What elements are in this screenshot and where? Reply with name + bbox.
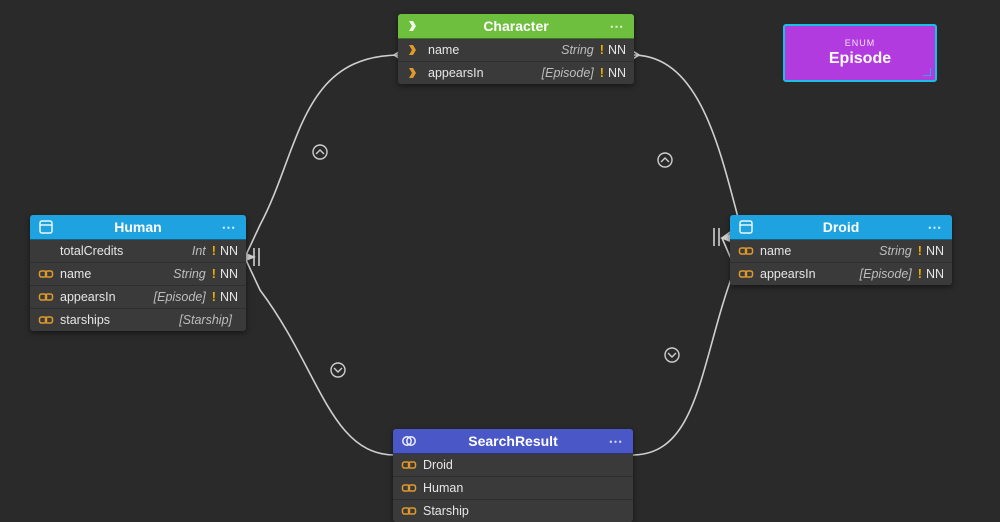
link-icon	[401, 457, 417, 473]
field-row[interactable]: name String ! NN	[398, 39, 634, 62]
node-header-searchresult[interactable]: SearchResult ⋯	[393, 429, 633, 454]
field-type: String	[173, 267, 206, 281]
node-menu-button[interactable]: ⋯	[607, 433, 625, 449]
field-type: String	[561, 43, 594, 57]
field-name: appearsIn	[760, 267, 860, 281]
field-row[interactable]: appearsIn [Episode] ! NN	[398, 62, 634, 84]
node-character[interactable]: Character ⋯ name String ! NN appearsIn […	[398, 14, 634, 84]
node-header-droid[interactable]: Droid ⋯	[730, 215, 952, 240]
field-name: name	[60, 267, 173, 281]
field-type: [Episode]	[154, 290, 206, 304]
field-type: [Episode]	[860, 267, 912, 281]
field-type: Int	[192, 244, 206, 258]
nn-label: NN	[608, 66, 626, 80]
not-null-marker: !	[212, 267, 216, 281]
not-null-marker: !	[600, 66, 604, 80]
field-row[interactable]: name String ! NN	[730, 240, 952, 263]
field-row[interactable]: Droid	[393, 454, 633, 477]
node-menu-button[interactable]: ⋯	[926, 219, 944, 235]
node-header-character[interactable]: Character ⋯	[398, 14, 634, 39]
not-null-marker: !	[918, 244, 922, 258]
field-row[interactable]: appearsIn [Episode] ! NN	[730, 263, 952, 285]
field-name: name	[428, 43, 561, 57]
field-name: Human	[423, 481, 625, 495]
enum-tag: ENUM	[845, 38, 876, 48]
node-title: SearchResult	[468, 433, 557, 449]
link-icon	[38, 266, 54, 282]
field-row[interactable]: Starship	[393, 500, 633, 522]
node-searchresult[interactable]: SearchResult ⋯ Droid Human Starship	[393, 429, 633, 522]
node-title: Human	[114, 219, 161, 235]
node-title: Droid	[823, 219, 860, 235]
link-icon	[738, 266, 754, 282]
nn-label: NN	[220, 244, 238, 258]
node-title: Character	[483, 18, 548, 34]
field-name: Starship	[423, 504, 625, 518]
node-episode-enum[interactable]: ENUM Episode	[783, 24, 937, 82]
not-null-marker: !	[212, 290, 216, 304]
link-icon	[738, 243, 754, 259]
field-name: starships	[60, 313, 179, 327]
entity-icon	[738, 219, 754, 235]
fork-icon	[406, 65, 422, 81]
field-name: name	[760, 244, 879, 258]
fork-icon	[406, 18, 422, 34]
node-menu-button[interactable]: ⋯	[220, 219, 238, 235]
nn-label: NN	[608, 43, 626, 57]
field-row[interactable]: appearsIn [Episode] ! NN	[30, 286, 246, 309]
node-header-human[interactable]: Human ⋯	[30, 215, 246, 240]
link-icon	[38, 312, 54, 328]
enum-title: Episode	[829, 50, 891, 68]
union-icon	[401, 433, 417, 449]
not-null-marker: !	[212, 244, 216, 258]
blank-icon	[38, 243, 54, 259]
link-icon	[401, 503, 417, 519]
not-null-marker: !	[918, 267, 922, 281]
not-null-marker: !	[600, 43, 604, 57]
nn-label: NN	[926, 244, 944, 258]
field-name: appearsIn	[428, 66, 542, 80]
field-name: appearsIn	[60, 290, 154, 304]
field-name: totalCredits	[60, 244, 192, 258]
node-menu-button[interactable]: ⋯	[608, 18, 626, 34]
field-row[interactable]: name String ! NN	[30, 263, 246, 286]
nn-label: NN	[220, 267, 238, 281]
entity-icon	[38, 219, 54, 235]
link-icon	[38, 289, 54, 305]
fork-icon	[406, 42, 422, 58]
node-droid[interactable]: Droid ⋯ name String ! NN appearsIn [Epis…	[730, 215, 952, 285]
link-icon	[401, 480, 417, 496]
nn-label: NN	[926, 267, 944, 281]
field-type: String	[879, 244, 912, 258]
field-row[interactable]: starships [Starship]	[30, 309, 246, 331]
field-row[interactable]: totalCredits Int ! NN	[30, 240, 246, 263]
node-human[interactable]: Human ⋯ totalCredits Int ! NN name Strin…	[30, 215, 246, 331]
resize-corner-icon	[923, 68, 931, 76]
field-name: Droid	[423, 458, 625, 472]
field-type: [Starship]	[179, 313, 232, 327]
field-type: [Episode]	[542, 66, 594, 80]
field-row[interactable]: Human	[393, 477, 633, 500]
nn-label: NN	[220, 290, 238, 304]
